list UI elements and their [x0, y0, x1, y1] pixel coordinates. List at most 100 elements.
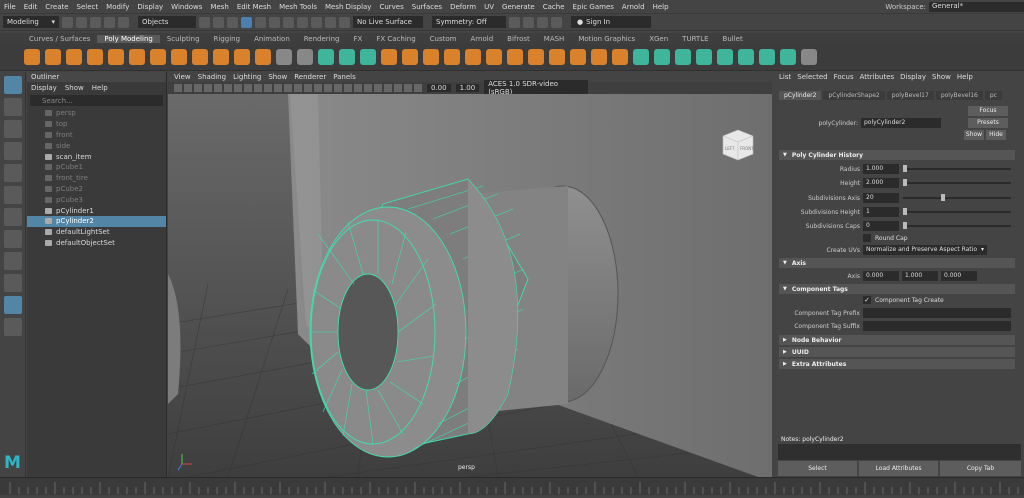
attr-menu-list[interactable]: List [779, 73, 791, 81]
menu-edit[interactable]: Edit [20, 3, 42, 11]
menu-file[interactable]: File [0, 3, 20, 11]
last-tool-icon[interactable] [3, 208, 22, 226]
snap-surface-icon[interactable] [297, 16, 308, 28]
default-material-icon[interactable] [294, 84, 302, 92]
symmetry-dropdown[interactable]: Symmetry: Off [432, 16, 506, 28]
height-field[interactable]: 2.000 [863, 178, 899, 188]
shelf-tab-motion-graphics[interactable]: Motion Graphics [571, 35, 642, 43]
rotate-tool-icon[interactable] [3, 164, 22, 182]
camera-attr-icon[interactable] [184, 84, 192, 92]
menu-edit-mesh[interactable]: Edit Mesh [233, 3, 275, 11]
shelf-tab-turtle[interactable]: TURTLE [675, 35, 715, 43]
bookmark-icon[interactable] [194, 84, 202, 92]
circularize-icon[interactable] [528, 49, 544, 65]
save-scene-icon[interactable] [90, 16, 101, 28]
subdiv-caps-slider[interactable] [903, 222, 1011, 229]
attr-menu-display[interactable]: Display [900, 73, 926, 81]
render-icon[interactable] [325, 16, 336, 28]
exposure-field[interactable]: 0.00 [427, 84, 451, 92]
outliner-item[interactable]: front [27, 130, 166, 141]
notes-textarea[interactable] [778, 444, 1021, 460]
sweep-mesh-icon[interactable] [213, 49, 229, 65]
viewport-menu-shading[interactable]: Shading [198, 73, 226, 81]
outliner-item[interactable]: pCube2 [27, 184, 166, 195]
workspace-dropdown[interactable]: General* [929, 2, 1024, 12]
mirror-icon[interactable] [381, 49, 397, 65]
outliner-layout-icon[interactable] [3, 296, 22, 314]
section-uuid[interactable]: ▶ UUID [779, 347, 1015, 357]
shelf-tab-xgen[interactable]: XGen [642, 35, 675, 43]
section-node-behavior[interactable]: ▶ Node Behavior [779, 335, 1015, 345]
menu-select[interactable]: Select [73, 3, 103, 11]
shelf-tab-custom[interactable]: Custom [423, 35, 464, 43]
attr-menu-help[interactable]: Help [957, 73, 973, 81]
snap-view-icon[interactable] [283, 16, 294, 28]
spherical-map-icon[interactable] [696, 49, 712, 65]
xray-joints-icon[interactable] [404, 84, 412, 92]
bridge-icon[interactable] [423, 49, 439, 65]
search-icon[interactable] [3, 318, 22, 336]
use-all-lights-icon[interactable] [324, 84, 332, 92]
view-cube[interactable]: LEFT FRONT [722, 129, 754, 161]
extract-icon[interactable] [402, 49, 418, 65]
section-extra-attributes[interactable]: ▶ Extra Attributes [779, 359, 1015, 369]
menu-mesh-display[interactable]: Mesh Display [321, 3, 375, 11]
select-object-icon[interactable] [213, 16, 224, 28]
menu-cache[interactable]: Cache [539, 3, 569, 11]
isolate-select-icon[interactable] [384, 84, 392, 92]
super-shape-icon[interactable] [192, 49, 208, 65]
outliner-item[interactable]: defaultObjectSet [27, 238, 166, 249]
poly-disc-icon[interactable] [150, 49, 166, 65]
attr-tab[interactable]: polyBevel17 [886, 91, 934, 100]
reduce-icon[interactable] [360, 49, 376, 65]
height-slider[interactable] [903, 179, 1011, 186]
side-by-side-icon[interactable] [3, 274, 22, 292]
outliner-menu-show[interactable]: Show [65, 84, 84, 92]
uv-editor-icon[interactable] [633, 49, 649, 65]
wireframe-icon[interactable] [274, 84, 282, 92]
fill-hole-icon[interactable] [465, 49, 481, 65]
shelf-tab-fx-caching[interactable]: FX Caching [369, 35, 422, 43]
shelf-tab-mash[interactable]: MASH [537, 35, 572, 43]
new-scene-icon[interactable] [62, 16, 73, 28]
viewport-panel[interactable]: View Shading Lighting Show Renderer Panels 0.… [168, 72, 772, 477]
camera-map-icon[interactable] [738, 49, 754, 65]
outliner-item[interactable]: pCube3 [27, 194, 166, 205]
attr-tab[interactable]: pCylinderShape2 [823, 91, 885, 100]
menu-mesh[interactable]: Mesh [206, 3, 232, 11]
svg-tool-icon[interactable] [255, 49, 271, 65]
extrude-icon[interactable] [486, 49, 502, 65]
node-name-field[interactable]: polyCylinder2 [861, 118, 941, 128]
time-slider[interactable] [0, 477, 1024, 495]
lasso-tool-icon[interactable] [3, 98, 22, 116]
quad-draw-icon[interactable] [612, 49, 628, 65]
shadows-icon[interactable] [334, 84, 342, 92]
outliner-menu-help[interactable]: Help [92, 84, 108, 92]
attr-tab[interactable]: polyBevel16 [935, 91, 983, 100]
live-surface-field[interactable]: No Live Surface [353, 16, 423, 28]
poly-sphere-icon[interactable] [24, 49, 40, 65]
select-hierarchy-icon[interactable] [199, 16, 210, 28]
unfold-icon[interactable] [759, 49, 775, 65]
tag-suffix-field[interactable] [863, 321, 1011, 331]
select-button[interactable]: Select [778, 461, 857, 476]
depth-of-field-icon[interactable] [374, 84, 382, 92]
create-uvs-dropdown[interactable]: Normalize and Preserve Aspect Ratio ▾ [863, 245, 987, 255]
screen-space-ao-icon[interactable] [344, 84, 352, 92]
hide-button[interactable]: Hide [986, 130, 1006, 140]
paint-select-icon[interactable] [3, 120, 22, 138]
attr-menu-show[interactable]: Show [932, 73, 951, 81]
gate-mask-icon[interactable] [244, 84, 252, 92]
menu-set-dropdown[interactable]: Modeling ▾ [3, 16, 59, 28]
subdiv-height-field[interactable]: 1 [863, 207, 899, 217]
shelf-tab-animation[interactable]: Animation [247, 35, 297, 43]
xray-components-icon[interactable] [414, 84, 422, 92]
snap-point-icon[interactable] [269, 16, 280, 28]
grid-icon[interactable] [214, 84, 222, 92]
outliner-item[interactable]: persp [27, 108, 166, 119]
attr-tab[interactable]: pc [984, 91, 1002, 100]
viewport-menu-panels[interactable]: Panels [333, 73, 356, 81]
menu-arnold[interactable]: Arnold [618, 3, 649, 11]
single-pane-icon[interactable] [3, 230, 22, 248]
shelf-tab-fx[interactable]: FX [347, 35, 370, 43]
